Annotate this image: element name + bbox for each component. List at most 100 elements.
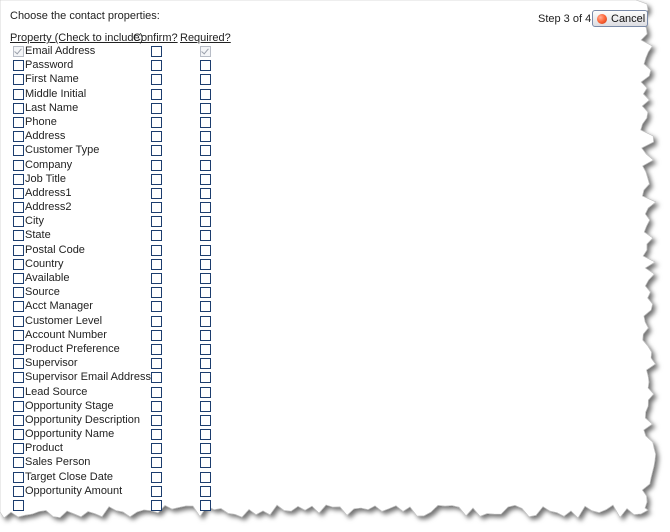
include-checkbox[interactable]: [13, 500, 24, 511]
confirm-checkbox[interactable]: [151, 173, 162, 185]
required-checkbox[interactable]: [200, 131, 211, 143]
include-checkbox[interactable]: [13, 202, 24, 214]
confirm-checkbox[interactable]: [151, 500, 162, 511]
confirm-checkbox[interactable]: [151, 372, 162, 384]
include-checkbox[interactable]: [13, 457, 24, 469]
confirm-checkbox[interactable]: [151, 329, 162, 341]
include-checkbox[interactable]: [13, 485, 24, 497]
required-checkbox[interactable]: [200, 202, 211, 214]
include-checkbox[interactable]: [13, 315, 24, 327]
include-checkbox[interactable]: [13, 116, 24, 128]
include-checkbox[interactable]: [13, 443, 24, 455]
include-checkbox[interactable]: [13, 301, 24, 313]
include-checkbox[interactable]: [13, 230, 24, 242]
include-checkbox[interactable]: [13, 187, 24, 199]
required-checkbox[interactable]: [200, 88, 211, 100]
confirm-checkbox[interactable]: [151, 74, 162, 86]
confirm-checkbox[interactable]: [151, 429, 162, 441]
required-checkbox[interactable]: [200, 74, 211, 86]
include-checkbox[interactable]: [13, 74, 24, 86]
required-checkbox[interactable]: [200, 116, 211, 128]
include-checkbox[interactable]: [13, 414, 24, 426]
confirm-checkbox[interactable]: [151, 230, 162, 242]
include-checkbox[interactable]: [13, 173, 24, 185]
confirm-checkbox[interactable]: [151, 258, 162, 270]
confirm-checkbox[interactable]: [151, 88, 162, 100]
required-checkbox[interactable]: [200, 301, 211, 313]
required-checkbox[interactable]: [200, 372, 211, 384]
required-checkbox[interactable]: [200, 485, 211, 497]
required-checkbox[interactable]: [200, 159, 211, 171]
required-checkbox[interactable]: [200, 230, 211, 242]
include-checkbox[interactable]: [13, 60, 24, 72]
include-checkbox[interactable]: [13, 343, 24, 355]
required-checkbox[interactable]: [200, 443, 211, 455]
required-checkbox[interactable]: [200, 187, 211, 199]
include-checkbox[interactable]: [13, 329, 24, 341]
required-checkbox[interactable]: [200, 273, 211, 284]
include-checkbox[interactable]: [13, 102, 24, 114]
required-checkbox[interactable]: [200, 287, 211, 299]
include-checkbox[interactable]: [13, 88, 24, 100]
required-checkbox[interactable]: [200, 329, 211, 341]
required-checkbox[interactable]: [200, 400, 211, 412]
property-label: Password: [25, 59, 74, 72]
required-checkbox[interactable]: [200, 315, 211, 327]
include-checkbox[interactable]: [13, 429, 24, 441]
include-checkbox[interactable]: [13, 386, 24, 398]
confirm-checkbox[interactable]: [151, 457, 162, 469]
required-checkbox[interactable]: [200, 471, 211, 483]
confirm-checkbox[interactable]: [151, 287, 162, 299]
confirm-checkbox[interactable]: [151, 443, 162, 455]
required-checkbox[interactable]: [200, 358, 211, 370]
required-checkbox[interactable]: [200, 414, 211, 426]
confirm-checkbox[interactable]: [151, 145, 162, 157]
include-checkbox[interactable]: [13, 159, 24, 171]
required-checkbox[interactable]: [200, 386, 211, 398]
confirm-checkbox[interactable]: [151, 414, 162, 426]
include-checkbox[interactable]: [13, 131, 24, 143]
confirm-checkbox[interactable]: [151, 60, 162, 72]
required-checkbox[interactable]: [200, 457, 211, 469]
confirm-checkbox[interactable]: [151, 187, 162, 199]
confirm-checkbox[interactable]: [151, 400, 162, 412]
include-checkbox[interactable]: [13, 372, 24, 384]
required-checkbox[interactable]: [200, 60, 211, 72]
confirm-checkbox[interactable]: [151, 301, 162, 313]
confirm-checkbox[interactable]: [151, 358, 162, 370]
confirm-checkbox[interactable]: [151, 386, 162, 398]
property-label: Job Title: [25, 172, 66, 185]
confirm-checkbox[interactable]: [151, 102, 162, 114]
confirm-checkbox[interactable]: [151, 343, 162, 355]
confirm-checkbox[interactable]: [151, 116, 162, 128]
include-checkbox[interactable]: [13, 358, 24, 370]
required-checkbox[interactable]: [200, 244, 211, 256]
cancel-button[interactable]: Cancel: [592, 10, 648, 27]
required-checkbox[interactable]: [200, 258, 211, 270]
required-checkbox[interactable]: [200, 500, 211, 511]
required-checkbox[interactable]: [200, 173, 211, 185]
include-checkbox[interactable]: [13, 258, 24, 270]
confirm-checkbox[interactable]: [151, 273, 162, 284]
include-checkbox[interactable]: [13, 244, 24, 256]
confirm-checkbox[interactable]: [151, 216, 162, 228]
confirm-checkbox[interactable]: [151, 471, 162, 483]
required-checkbox[interactable]: [200, 343, 211, 355]
include-checkbox[interactable]: [13, 145, 24, 157]
confirm-checkbox[interactable]: [151, 46, 162, 57]
include-checkbox[interactable]: [13, 287, 24, 299]
confirm-checkbox[interactable]: [151, 485, 162, 497]
confirm-checkbox[interactable]: [151, 202, 162, 214]
include-checkbox[interactable]: [13, 216, 24, 228]
required-checkbox[interactable]: [200, 216, 211, 228]
required-checkbox[interactable]: [200, 145, 211, 157]
required-checkbox[interactable]: [200, 102, 211, 114]
confirm-checkbox[interactable]: [151, 131, 162, 143]
confirm-checkbox[interactable]: [151, 159, 162, 171]
include-checkbox[interactable]: [13, 400, 24, 412]
include-checkbox[interactable]: [13, 273, 24, 284]
include-checkbox[interactable]: [13, 471, 24, 483]
required-checkbox[interactable]: [200, 429, 211, 441]
confirm-checkbox[interactable]: [151, 244, 162, 256]
confirm-checkbox[interactable]: [151, 315, 162, 327]
